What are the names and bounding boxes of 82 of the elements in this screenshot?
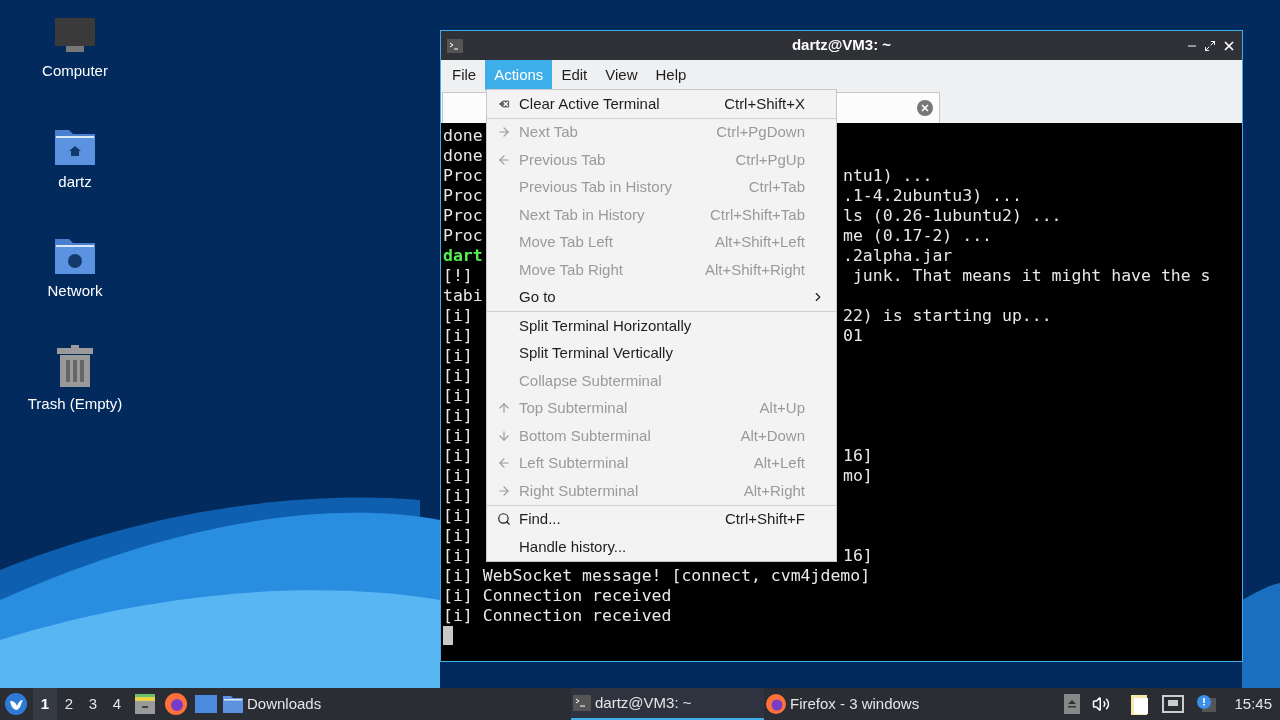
terminal-line: tabi xyxy=(443,286,483,305)
terminal-line: [i] xyxy=(443,406,473,425)
terminal-line: Proc xyxy=(443,206,483,225)
desktop-icon-label[interactable]: Trash (Empty) xyxy=(27,393,123,416)
terminal-line: [i] Connection received xyxy=(443,606,672,625)
arrow-right-icon xyxy=(497,483,511,498)
terminal-line: Proc xyxy=(443,166,483,185)
home-folder-icon xyxy=(54,127,96,165)
firefox-icon[interactable] xyxy=(165,693,187,715)
clipboard-icon[interactable] xyxy=(1130,693,1151,715)
terminal-line: 16] xyxy=(843,546,873,566)
network-wired-icon[interactable] xyxy=(1162,695,1185,713)
close-tab-icon[interactable] xyxy=(917,100,933,116)
terminal-line: [i] xyxy=(443,366,473,385)
terminal-line: [i] xyxy=(443,466,473,485)
menu-item[interactable]: Split Terminal Horizontally xyxy=(487,312,836,340)
terminal-line: [i] xyxy=(443,426,473,445)
file-cabinet-icon[interactable] xyxy=(135,694,155,714)
menu-item[interactable]: Go to xyxy=(487,283,836,311)
menu-bar-item[interactable]: Edit xyxy=(552,60,597,90)
terminal-line: .2alpha.jar xyxy=(843,246,953,266)
monitor-icon xyxy=(54,18,96,54)
workspace-button[interactable]: 3 xyxy=(81,688,105,720)
terminal-line: ls (0.26-1ubuntu2) ... xyxy=(843,206,1062,226)
terminal-line: 16] xyxy=(843,446,873,466)
terminal-line: [i] xyxy=(443,486,473,505)
menu-bar-item[interactable]: View xyxy=(596,60,647,90)
menu-item[interactable]: Find... Ctrl+Shift+F xyxy=(487,505,836,533)
terminal-line: ntu1) ... xyxy=(843,166,933,186)
menu-bar-item[interactable]: File xyxy=(443,60,486,90)
terminal-line: Proc xyxy=(443,186,483,205)
terminal-icon xyxy=(447,38,463,53)
backspace-icon xyxy=(497,96,511,111)
arrow-down-icon xyxy=(497,428,511,443)
terminal-line: [i] WebSocket message! [connect, cvm4jdemo] xyxy=(443,566,871,585)
menu-item[interactable]: Handle history... xyxy=(487,533,836,561)
terminal-line: done xyxy=(443,146,483,165)
terminal-line: [i] xyxy=(443,326,473,345)
volume-icon[interactable] xyxy=(1092,695,1111,713)
terminal-line: mo] xyxy=(843,466,873,486)
eject-icon[interactable] xyxy=(1064,694,1081,714)
terminal-line: done xyxy=(443,126,483,145)
terminal-line: [i] xyxy=(443,506,473,525)
terminal-line: [i] xyxy=(443,446,473,465)
window-title: dartz@VM3: ~ xyxy=(791,35,892,56)
firefox-icon xyxy=(766,694,786,714)
terminal-line: [i] xyxy=(443,306,473,325)
start-menu-icon[interactable] xyxy=(5,693,27,715)
terminal-line: junk. That means it might have the s xyxy=(851,266,1211,286)
trash-icon xyxy=(57,345,93,387)
clock[interactable]: 15:45 xyxy=(1234,692,1272,716)
terminal-line: 01 xyxy=(843,326,863,346)
desktop-icon-label[interactable]: Network xyxy=(47,280,103,303)
menu-item[interactable]: Split Terminal Vertically xyxy=(487,339,836,367)
menu-item[interactable]: Clear Active Terminal Ctrl+Shift+X xyxy=(487,90,836,118)
terminal-line: dart xyxy=(443,246,483,265)
terminal-line: me (0.17-2) ... xyxy=(843,226,992,246)
taskbar-button[interactable]: Firefox - 3 windows xyxy=(764,688,944,720)
text-cursor xyxy=(443,626,453,645)
terminal-line: 22) is starting up... xyxy=(843,306,1052,326)
network-folder-icon xyxy=(54,236,96,274)
taskbar-button[interactable]: Downloads xyxy=(221,688,401,720)
taskbar-button[interactable]: dartz@VM3: ~ xyxy=(571,688,764,720)
search-icon xyxy=(497,512,511,527)
desktop-icon-label[interactable]: Computer xyxy=(42,60,108,83)
terminal-line: [i] xyxy=(443,346,473,365)
terminal-line: .1-4.2ubuntu3) ... xyxy=(843,186,1022,206)
terminal-line: [i] xyxy=(443,386,473,405)
terminal-line: [i] xyxy=(443,526,473,545)
terminal-line: Proc xyxy=(443,226,483,245)
workspace-button[interactable]: 4 xyxy=(105,688,129,720)
menu-bar-item[interactable]: Help xyxy=(646,60,696,90)
terminal-line: [i] Connection received xyxy=(443,586,672,605)
folder-icon xyxy=(223,695,243,713)
workspace-button[interactable]: 2 xyxy=(57,688,81,720)
desktop-icon-label[interactable]: dartz xyxy=(58,171,92,194)
terminal-line: [i] xyxy=(443,546,473,565)
terminal-icon xyxy=(573,695,591,711)
notification-icon[interactable] xyxy=(1196,694,1217,714)
workspace-button[interactable]: 1 xyxy=(33,688,57,720)
maximize-icon[interactable] xyxy=(1204,39,1216,52)
terminal-line: [!] xyxy=(443,266,473,285)
